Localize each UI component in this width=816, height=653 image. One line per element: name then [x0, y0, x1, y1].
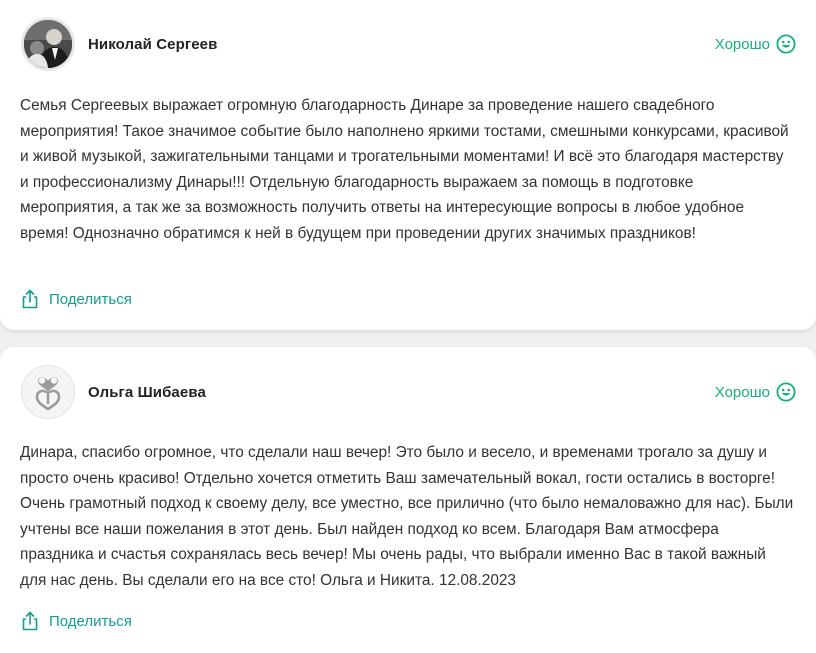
- reviews-feed: Николай Сергеев Хорошо Семья Сергеевых в…: [0, 0, 816, 653]
- share-button[interactable]: Поделиться: [21, 611, 132, 631]
- review-text: Динара, спасибо огромное, что сделали на…: [20, 444, 794, 589]
- avatar[interactable]: [21, 17, 75, 71]
- smile-face-icon: [776, 34, 796, 54]
- rating-label: Хорошо: [714, 35, 770, 53]
- review-author: Ольга Шибаева: [88, 383, 206, 401]
- review-rating: Хорошо: [715, 34, 796, 54]
- review-header: Ольга Шибаева Хорошо: [21, 365, 796, 419]
- smile-face-icon: [776, 382, 796, 402]
- share-label: Поделиться: [49, 290, 132, 308]
- review-header: Николай Сергеев Хорошо: [21, 17, 796, 71]
- share-button[interactable]: Поделиться: [21, 289, 132, 309]
- two-hearts-logo-icon: [35, 377, 61, 411]
- review-card: Ольга Шибаева Хорошо Динара, спасибо огр…: [0, 347, 816, 653]
- review-rating: Хорошо: [715, 382, 796, 402]
- review-card: Николай Сергеев Хорошо Семья Сергеевых в…: [0, 0, 816, 330]
- share-icon: [22, 289, 38, 309]
- rating-label: Хорошо: [714, 383, 770, 401]
- share-label: Поделиться: [49, 612, 132, 630]
- review-text: Семья Сергеевых выражает огромную благод…: [20, 97, 789, 242]
- user-photo-icon: [24, 20, 72, 68]
- review-author: Николай Сергеев: [88, 35, 218, 53]
- avatar[interactable]: [21, 365, 75, 419]
- share-icon: [22, 611, 38, 631]
